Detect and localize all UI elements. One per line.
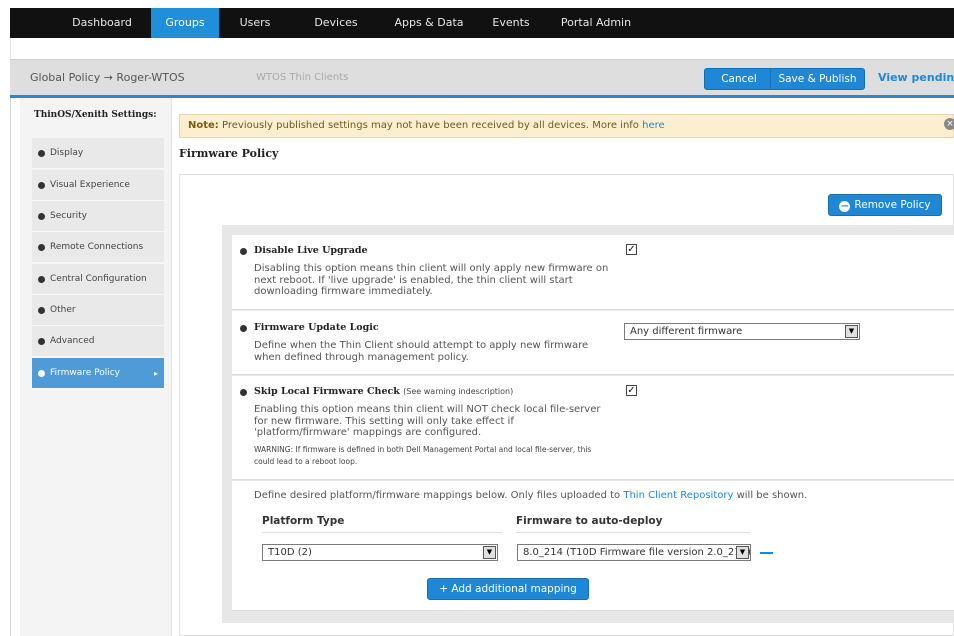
thin-client-repository-link[interactable]: Thin Client Repository (623, 490, 733, 501)
sidebar-item-label: Visual Experience (50, 180, 130, 190)
remove-policy-label: Remove Policy (854, 199, 931, 211)
breadcrumb: Global Policy → Roger-WTOS (30, 71, 185, 84)
setting-disable-live-upgrade: Disable Live Upgrade Disabling this opti… (232, 235, 954, 310)
page-title: Firmware Policy (179, 147, 279, 160)
bullet-icon (38, 244, 45, 251)
firmware-header: Firmware to auto-deploy (516, 515, 663, 527)
bullet-icon (38, 150, 45, 157)
sidebar-item-display[interactable]: Display (32, 138, 164, 169)
nav-portal-admin[interactable]: Portal Admin (556, 8, 636, 38)
remove-mapping-icon[interactable] (760, 552, 773, 554)
nav-events[interactable]: Events (486, 8, 536, 38)
sidebar: ThinOS/Xenith Settings: Display Visual E… (20, 98, 172, 636)
sidebar-item-label: Remote Connections (50, 242, 144, 252)
setting-description: Define when the Thin Client should attem… (254, 340, 589, 363)
view-pending-link[interactable]: View pending (878, 60, 954, 96)
divider (516, 532, 750, 533)
setting-title-text: Skip Local Firmware Check (254, 386, 400, 397)
notice-banner: Note: Previously published settings may … (179, 114, 954, 138)
bullet-icon (240, 325, 247, 332)
setting-title: Disable Live Upgrade (254, 245, 368, 256)
add-mapping-button[interactable]: + Add additional mapping (427, 578, 589, 600)
bullet-icon (38, 276, 45, 283)
platform-type-select[interactable]: T10D (2) ▼ (262, 544, 498, 561)
skip-local-firmware-check-checkbox[interactable]: ✓ (626, 385, 637, 396)
nav-spacer (10, 38, 954, 59)
sidebar-item-firmware-policy[interactable]: Firmware Policy ▸ (32, 358, 164, 389)
sidebar-item-label: Firmware Policy (50, 368, 120, 378)
minus-circle-icon: − (839, 201, 851, 212)
disable-live-upgrade-checkbox[interactable]: ✓ (626, 244, 637, 255)
notice-text: Previously published settings may not ha… (222, 120, 639, 131)
nav-devices[interactable]: Devices (309, 8, 363, 38)
chevron-down-icon: ▼ (845, 325, 858, 338)
nav-users[interactable]: Users (232, 8, 278, 38)
sidebar-item-advanced[interactable]: Advanced (32, 326, 164, 357)
chevron-down-icon: ▼ (736, 546, 749, 559)
setting-description: Enabling this option means thin client w… (254, 404, 601, 438)
top-nav: Dashboard Groups Users Devices Apps & Da… (10, 8, 954, 38)
bullet-icon (38, 370, 45, 377)
select-value: T10D (2) (268, 547, 312, 558)
sidebar-item-security[interactable]: Security (32, 201, 164, 232)
sidebar-item-label: Advanced (50, 336, 95, 346)
sidebar-heading: ThinOS/Xenith Settings: (34, 110, 157, 120)
bullet-icon (240, 389, 247, 396)
bullet-icon (38, 307, 45, 314)
group-type-label: WTOS Thin Clients (256, 72, 349, 83)
platform-type-header: Platform Type (262, 515, 345, 527)
sidebar-item-other[interactable]: Other (32, 295, 164, 326)
sidebar-item-label: Other (50, 305, 76, 315)
sidebar-item-visual-experience[interactable]: Visual Experience (32, 170, 164, 201)
notice-label: Note: (188, 120, 219, 131)
nav-dashboard[interactable]: Dashboard (62, 8, 142, 38)
sidebar-item-remote-connections[interactable]: Remote Connections (32, 232, 164, 263)
page: Dashboard Groups Users Devices Apps & Da… (0, 0, 954, 636)
mapping-intro-end: will be shown. (736, 490, 808, 501)
mapping-intro: Define desired platform/firmware mapping… (254, 490, 807, 501)
firmware-mapping-section: Define desired platform/firmware mapping… (232, 481, 954, 611)
notice-more-info-link[interactable]: here (642, 120, 665, 131)
sidebar-item-label: Central Configuration (50, 274, 147, 284)
bullet-icon (38, 338, 45, 345)
close-icon[interactable]: × (944, 118, 954, 130)
left-border (10, 98, 11, 636)
sidebar-item-label: Security (50, 211, 87, 221)
setting-firmware-update-logic: Firmware Update Logic Define when the Th… (232, 311, 954, 375)
firmware-select[interactable]: 8.0_214 (T10D Firmware file version 2.0_… (517, 544, 751, 561)
save-publish-button[interactable]: Save & Publish (770, 68, 865, 90)
title-bar: Global Policy → Roger-WTOS WTOS Thin Cli… (10, 59, 954, 95)
setting-title-note: (See warning indescription) (403, 387, 514, 396)
bullet-icon (38, 182, 45, 189)
setting-title: Firmware Update Logic (254, 322, 379, 333)
chevron-down-icon: ▼ (483, 546, 496, 559)
setting-description: Disabling this option means thin client … (254, 263, 609, 297)
select-value: 8.0_214 (T10D Firmware file version 2.0_… (523, 547, 751, 558)
setting-warning: WARNING: If firmware is defined in both … (254, 445, 592, 466)
setting-title: Skip Local Firmware Check (See warning i… (254, 386, 513, 397)
bullet-icon (38, 213, 45, 220)
nav-apps-data[interactable]: Apps & Data (390, 8, 468, 38)
chevron-right-icon: ▸ (153, 369, 158, 378)
select-value: Any different firmware (630, 326, 743, 337)
sidebar-item-label: Display (50, 148, 84, 158)
setting-skip-local-firmware-check: Skip Local Firmware Check (See warning i… (232, 376, 954, 480)
remove-policy-button[interactable]: − Remove Policy (828, 194, 942, 216)
mapping-intro-text: Define desired platform/firmware mapping… (254, 490, 621, 501)
firmware-update-logic-select[interactable]: Any different firmware ▼ (624, 323, 860, 340)
nav-groups[interactable]: Groups (151, 8, 219, 38)
sidebar-item-central-configuration[interactable]: Central Configuration (32, 264, 164, 295)
cancel-button[interactable]: Cancel (704, 68, 774, 90)
bullet-icon (240, 248, 247, 255)
divider (262, 532, 502, 533)
